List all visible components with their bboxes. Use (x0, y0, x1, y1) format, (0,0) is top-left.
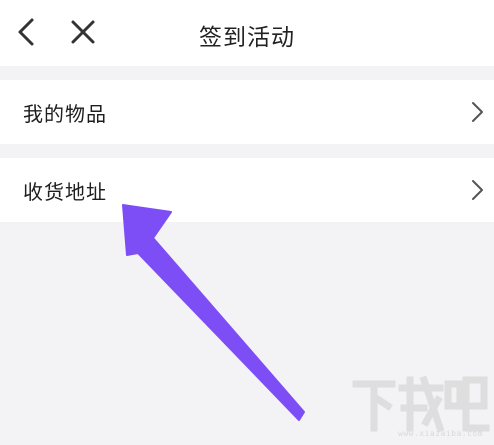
app-screen: 签到活动 我的物品 收货地址 www.xiazaiba.com (0, 0, 494, 445)
page-title: 签到活动 (199, 25, 295, 51)
menu-item-shipping-address[interactable]: 收货地址 (0, 158, 494, 222)
header-bar: 签到活动 (0, 0, 494, 66)
menu-item-my-items[interactable]: 我的物品 (0, 80, 494, 144)
chevron-right-icon (464, 98, 490, 126)
menu-item-label: 我的物品 (23, 102, 107, 126)
menu-item-label: 收货地址 (23, 180, 107, 204)
watermark-url: www.xiazaiba.com (398, 429, 484, 438)
chevron-right-icon (464, 176, 490, 204)
